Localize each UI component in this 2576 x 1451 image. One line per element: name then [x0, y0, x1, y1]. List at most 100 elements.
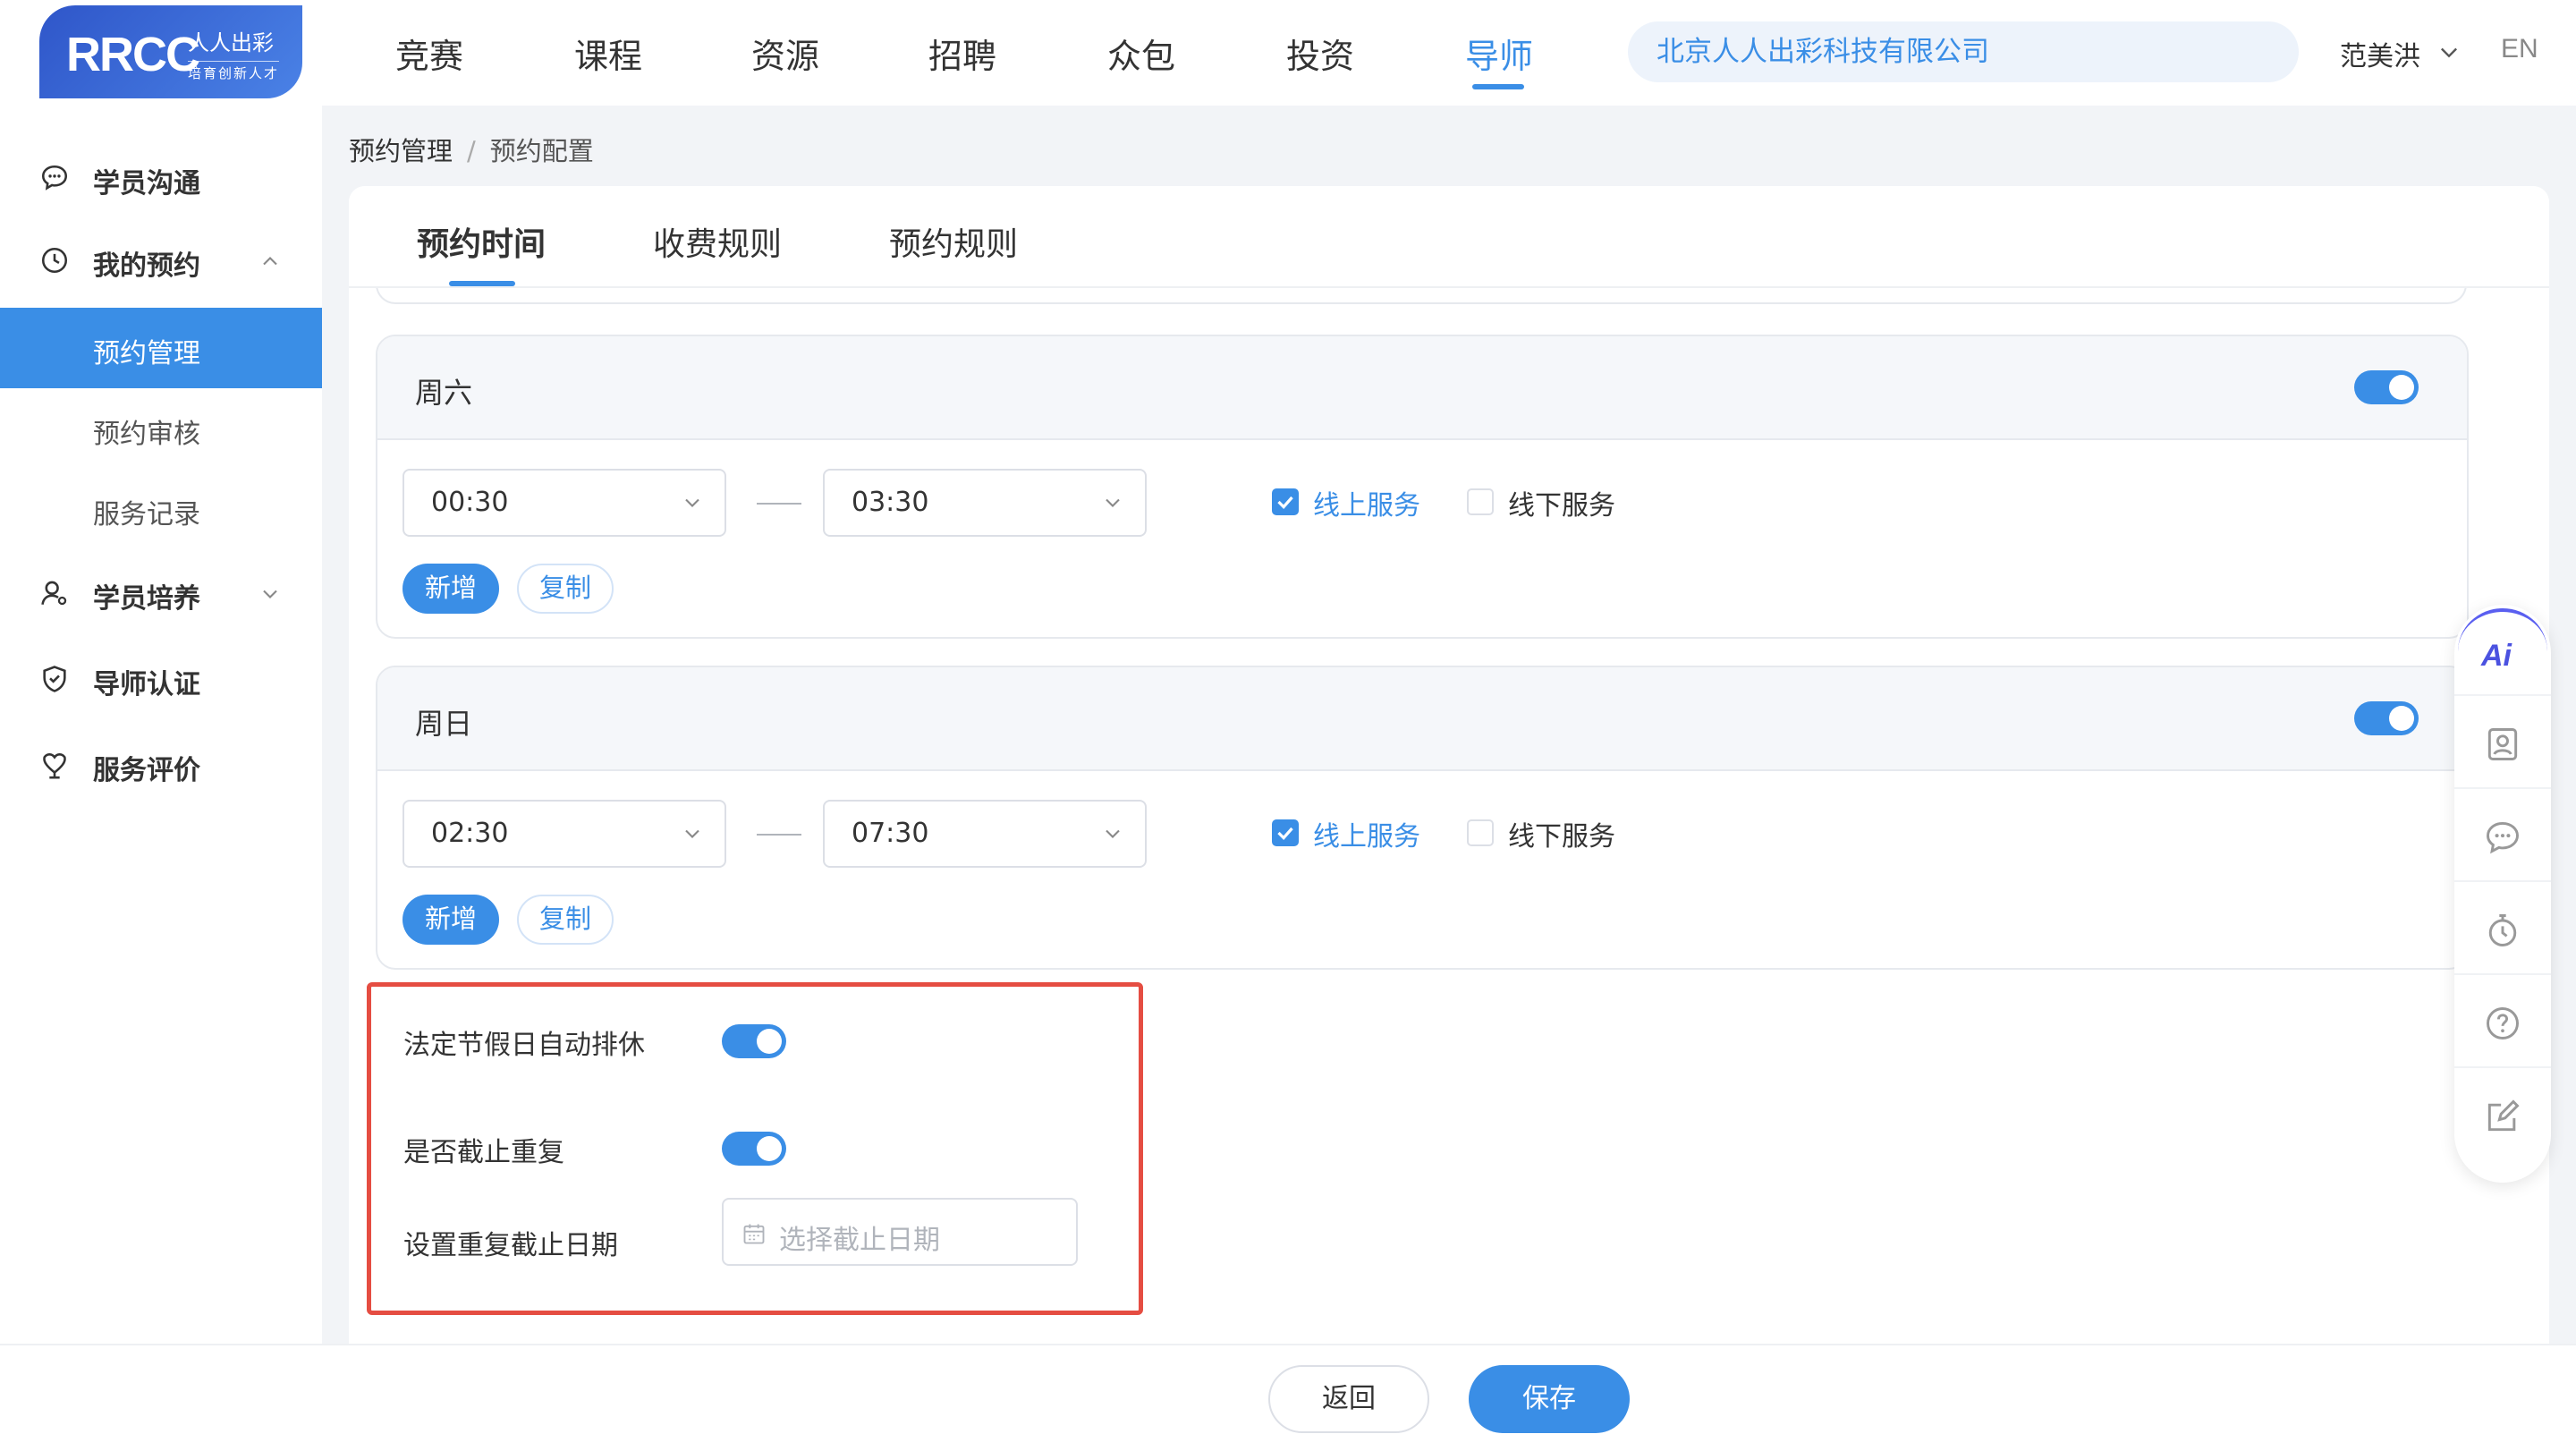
tab-appointment-time[interactable]: 预约时间: [417, 218, 546, 265]
user-icon: [41, 581, 67, 606]
chevron-down-icon: [685, 498, 699, 507]
nav-resources[interactable]: 资源: [751, 29, 819, 78]
breadcrumb: 预约管理 / 预约配置: [349, 131, 594, 168]
nav-crowdsourcing[interactable]: 众包: [1107, 29, 1175, 78]
nav-active-indicator: [1472, 84, 1524, 89]
edit-button[interactable]: [2454, 1066, 2551, 1159]
day-enabled-toggle[interactable]: [2354, 370, 2419, 404]
timer-button[interactable]: [2454, 880, 2551, 973]
online-service-label[interactable]: 线上服务: [1313, 483, 1420, 522]
chevron-down-icon: [1106, 498, 1120, 507]
sidebar-subitem-label: 预约管理: [93, 338, 200, 369]
start-time-value: 00:30: [431, 487, 509, 518]
online-service-label[interactable]: 线上服务: [1313, 814, 1420, 853]
copy-time-slot-button[interactable]: 复制: [517, 895, 614, 945]
sidebar-item-student-chat[interactable]: 学员沟通: [0, 136, 322, 216]
time-range-separator: [757, 834, 801, 836]
rating-icon: [43, 753, 66, 779]
tab-bar: 预约时间 收费规则 预约规则: [349, 186, 2549, 288]
company-selector[interactable]: 北京人人出彩科技有限公司: [1628, 21, 2299, 82]
sidebar-item-label: 学员培养: [93, 583, 200, 615]
end-date-label: 设置重复截止日期: [403, 1230, 618, 1261]
nav-courses[interactable]: 课程: [574, 29, 642, 78]
contact-card-icon: [2487, 728, 2518, 760]
end-date-placeholder: 选择截止日期: [779, 1225, 940, 1256]
sidebar-item-label: 服务评价: [93, 755, 200, 786]
start-time-select[interactable]: 00:30: [402, 469, 726, 537]
start-time-select[interactable]: 02:30: [402, 800, 726, 868]
contact-card-button[interactable]: [2454, 694, 2551, 787]
auto-rest-toggle[interactable]: [722, 1024, 786, 1058]
breadcrumb-separator: /: [467, 136, 476, 166]
offline-service-label[interactable]: 线下服务: [1508, 483, 1615, 522]
sidebar-item-service-rating[interactable]: 服务评价: [0, 723, 322, 803]
end-date-picker[interactable]: 选择截止日期: [722, 1198, 1078, 1266]
floating-toolbar: Ai: [2454, 605, 2551, 1183]
language-switch[interactable]: EN: [2501, 34, 2538, 64]
end-time-value: 07:30: [852, 818, 929, 849]
logo-text: RRCC: [66, 28, 200, 81]
edit-icon: [2487, 1099, 2520, 1132]
sidebar: 学员沟通 我的预约 预约管理 预约审核 服务记录 学员培养 导师认证 服务评价: [0, 106, 322, 1344]
save-button[interactable]: 保存: [1469, 1365, 1630, 1433]
copy-time-slot-button[interactable]: 复制: [517, 564, 614, 614]
tab-fee-rules[interactable]: 收费规则: [653, 218, 782, 265]
logo[interactable]: RRCC 人人出彩 培育创新人才: [39, 5, 302, 98]
sidebar-subitem-appointment-management[interactable]: 预约管理: [0, 308, 322, 388]
tab-appointment-rules[interactable]: 预约规则: [889, 218, 1018, 265]
message-button[interactable]: [2454, 787, 2551, 880]
nav-recruitment[interactable]: 招聘: [928, 29, 996, 78]
message-icon: [2487, 821, 2519, 854]
day-enabled-toggle[interactable]: [2354, 701, 2419, 735]
sidebar-item-student-training[interactable]: 学员培养: [0, 551, 322, 632]
sidebar-subitem-service-records[interactable]: 服务记录: [0, 469, 322, 549]
back-button[interactable]: 返回: [1268, 1365, 1429, 1433]
auto-rest-label: 法定节假日自动排休: [403, 1030, 645, 1061]
ai-label: Ai: [2481, 639, 2512, 673]
calendar-icon: [743, 1224, 765, 1244]
offline-service-checkbox[interactable]: [1467, 819, 1494, 846]
nav-competition[interactable]: 竞赛: [395, 29, 463, 78]
add-time-slot-button[interactable]: 新增: [402, 564, 499, 614]
end-time-select[interactable]: 03:30: [823, 469, 1147, 537]
ai-assistant-button[interactable]: Ai: [2458, 608, 2547, 694]
chevron-down-icon: [1106, 829, 1120, 838]
tab-active-indicator: [449, 281, 515, 286]
nav-mentor[interactable]: 导师: [1465, 29, 1533, 78]
end-time-select[interactable]: 07:30: [823, 800, 1147, 868]
chevron-down-icon[interactable]: [2436, 39, 2462, 64]
chevron-down-icon: [263, 590, 277, 598]
start-time-value: 02:30: [431, 818, 509, 849]
offline-service-checkbox[interactable]: [1467, 488, 1494, 515]
sidebar-item-label: 我的预约: [93, 250, 200, 282]
sidebar-subitem-label: 预约审核: [93, 419, 200, 450]
offline-service-label[interactable]: 线下服务: [1508, 814, 1615, 853]
sidebar-item-label: 导师认证: [93, 669, 200, 700]
help-icon: [2487, 1007, 2519, 1039]
day-panel-saturday: 周六 00:30 03:30 线上服务 线下服务 新增 复制: [376, 335, 2469, 639]
sidebar-subitem-label: 服务记录: [93, 499, 200, 530]
sidebar-subitem-appointment-review[interactable]: 预约审核: [0, 388, 322, 469]
day-title: 周日: [415, 707, 473, 741]
stop-repeat-toggle[interactable]: [722, 1132, 786, 1166]
online-service-checkbox[interactable]: [1272, 488, 1299, 515]
breadcrumb-parent[interactable]: 预约管理: [349, 136, 453, 166]
main-card: 预约时间 收费规则 预约规则 周六 00:30 03:30 线上服务 线下服务 …: [349, 186, 2549, 1344]
chevron-up-icon: [263, 257, 277, 266]
user-name[interactable]: 范美洪: [2340, 34, 2420, 73]
holiday-settings-highlight: 法定节假日自动排休 是否截止重复 设置重复截止日期 选择截止日期: [367, 982, 1143, 1315]
nav-investment[interactable]: 投资: [1286, 29, 1354, 78]
chevron-down-icon: [685, 829, 699, 838]
stop-repeat-label: 是否截止重复: [403, 1137, 564, 1168]
check-icon: [1277, 827, 1293, 840]
sidebar-item-mentor-certification[interactable]: 导师认证: [0, 637, 322, 717]
time-range-separator: [757, 503, 801, 505]
help-button[interactable]: [2454, 973, 2551, 1066]
day-panel-header: 周六: [377, 336, 2467, 440]
sidebar-item-my-appointments[interactable]: 我的预约: [0, 218, 322, 299]
footer-bar: 返回 保存: [0, 1344, 2576, 1451]
add-time-slot-button[interactable]: 新增: [402, 895, 499, 945]
chat-icon: [41, 165, 68, 191]
shield-icon: [43, 666, 66, 692]
online-service-checkbox[interactable]: [1272, 819, 1299, 846]
